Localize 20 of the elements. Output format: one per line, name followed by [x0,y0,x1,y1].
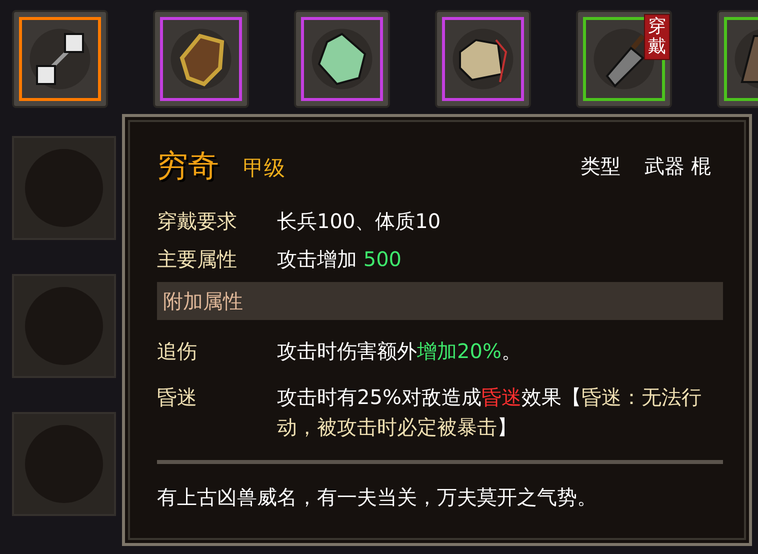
equipped-tag: 穿戴 [644,14,670,60]
attribute-value: 长兵100、体质10 [277,208,441,234]
attribute-value: 攻击增加 500 [277,246,402,272]
item-grade: 甲级 [243,154,285,182]
item-slot[interactable] [12,10,108,108]
item-description: 有上古凶兽威名，有一夫当关，万夫莫开之气势。 [157,484,598,510]
attribute-label: 主要属性 [157,246,238,272]
item-slot[interactable] [153,10,249,108]
section-header: 附加属性 [157,282,723,320]
attribute-label: 追伤 [157,338,198,364]
item-slot[interactable] [294,10,390,108]
attribute-label: 穿戴要求 [157,208,238,234]
effect-text: 攻击时有25%对敌造成昏迷效果【昏迷：无法行动，被攻击时必定被暴击】 [277,384,702,440]
item-slot[interactable] [435,10,531,108]
attribute-label: 昏迷 [157,384,198,410]
item-name: 穷奇 [157,147,219,186]
type-label: 类型 [580,153,621,180]
effect-text: 攻击时伤害额外增加20%。 [277,338,522,364]
type-value: 武器 棍 [644,153,711,180]
item-slot[interactable]: 穿戴 [576,10,672,108]
